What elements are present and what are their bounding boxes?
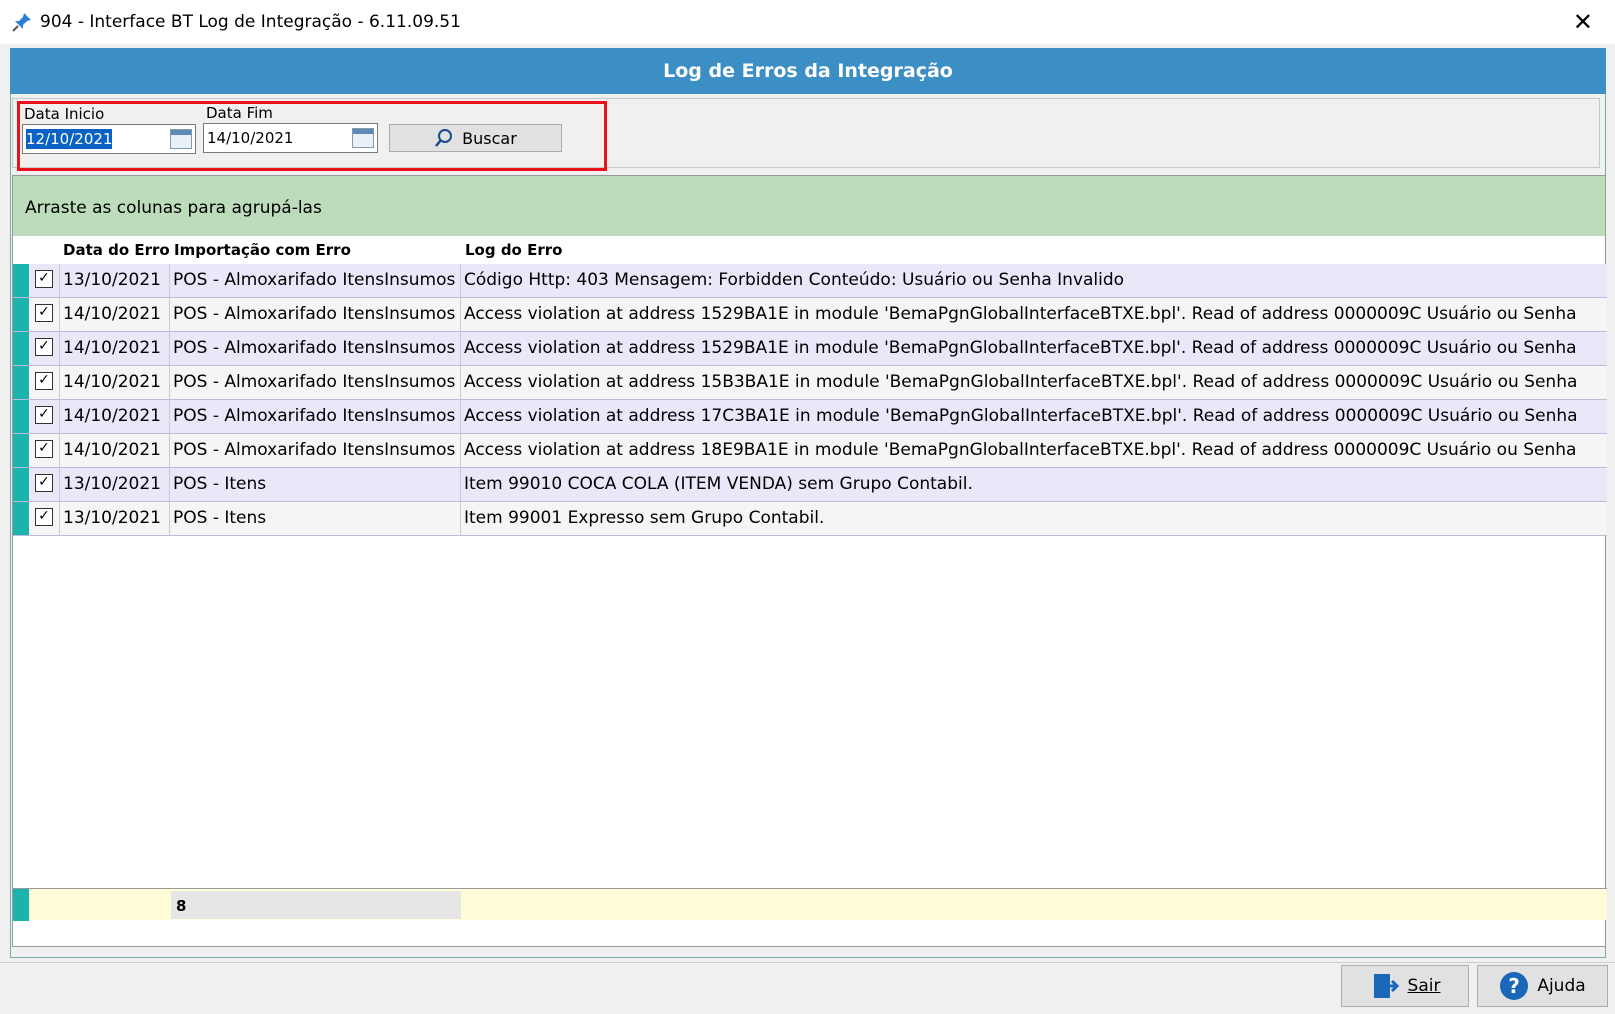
column-header-log[interactable]: Log do Erro [465, 241, 562, 259]
row-indicator [13, 400, 29, 433]
row-log: Access violation at address 18E9BA1E in … [464, 440, 1577, 460]
column-header-date[interactable]: Data do Erro [63, 241, 170, 259]
table-row[interactable]: ✓ 14/10/2021 POS - Almoxarifado ItensInsum… [13, 434, 1607, 468]
start-date-label: Data Inicio [24, 105, 105, 123]
row-date: 14/10/2021 [63, 440, 161, 460]
start-date-field[interactable]: 12/10/2021 [22, 124, 196, 154]
window-title: 904 - Interface BT Log de Integração - 6… [40, 12, 461, 32]
group-panel[interactable]: Arraste as colunas para agrupá-las [13, 176, 1605, 236]
help-button[interactable]: ? Ajuda [1477, 965, 1608, 1007]
grid-header: Data do Erro Importação com Erro Log do … [13, 236, 1605, 264]
row-log: Access violation at address 15B3BA1E in … [464, 372, 1578, 392]
calendar-icon[interactable] [170, 129, 192, 149]
row-import: POS - Almoxarifado ItensInsumos [173, 406, 456, 426]
row-import: POS - Almoxarifado ItensInsumos [173, 338, 456, 358]
end-date-label: Data Fim [206, 104, 273, 122]
exit-icon [1373, 974, 1399, 998]
table-row[interactable]: ✓ 14/10/2021 POS - Almoxarifado ItensInsum… [13, 400, 1607, 434]
row-import: POS - Itens [173, 474, 267, 494]
row-date: 14/10/2021 [63, 338, 161, 358]
row-import: POS - Almoxarifado ItensInsumos [173, 270, 456, 290]
pin-icon [10, 10, 34, 34]
table-row[interactable]: ✓ 13/10/2021 POS - Itens Item 99010 COCA CO… [13, 468, 1607, 502]
row-log: Access violation at address 1529BA1E in … [464, 304, 1577, 324]
row-checkbox[interactable]: ✓ [35, 406, 53, 424]
row-date: 14/10/2021 [63, 372, 161, 392]
row-log: Código Http: 403 Mensagem: Forbidden Con… [464, 270, 1125, 290]
row-checkbox[interactable]: ✓ [35, 270, 53, 288]
help-icon: ? [1500, 972, 1529, 1000]
row-log: Access violation at address 1529BA1E in … [464, 338, 1577, 358]
search-icon [435, 129, 453, 147]
row-date: 13/10/2021 [63, 474, 161, 494]
table-row[interactable]: ✓ 14/10/2021 POS - Almoxarifado ItensInsum… [13, 366, 1607, 400]
row-indicator [13, 434, 29, 467]
calendar-icon[interactable] [352, 128, 374, 148]
row-log: Access violation at address 17C3BA1E in … [464, 406, 1578, 426]
table-row[interactable]: ✓ 14/10/2021 POS - Almoxarifado ItensInsum… [13, 298, 1607, 332]
row-checkbox[interactable]: ✓ [35, 474, 53, 492]
row-log: Item 99001 Expresso sem Grupo Contabil. [464, 508, 825, 528]
row-checkbox[interactable]: ✓ [35, 372, 53, 390]
row-date: 14/10/2021 [63, 406, 161, 426]
search-button[interactable]: Buscar [389, 124, 562, 152]
row-indicator [13, 468, 29, 501]
page-title: Log de Erros da Integração [10, 48, 1606, 94]
row-checkbox[interactable]: ✓ [35, 508, 53, 526]
grid-footer: 8 [13, 888, 1607, 921]
column-header-import[interactable]: Importação com Erro [174, 241, 351, 259]
row-count: 8 [171, 891, 461, 919]
row-indicator [13, 264, 29, 297]
row-indicator [13, 502, 29, 535]
table-row[interactable]: ✓ 14/10/2021 POS - Almoxarifado ItensInsum… [13, 332, 1607, 366]
row-import: POS - Almoxarifado ItensInsumos [173, 372, 456, 392]
svg-text:?: ? [1509, 974, 1521, 998]
row-date: 13/10/2021 [63, 508, 161, 528]
footer-indicator [13, 889, 29, 921]
row-indicator [13, 298, 29, 331]
table-row[interactable]: ✓ 13/10/2021 POS - Almoxarifado ItensInsum… [13, 264, 1607, 298]
row-date: 13/10/2021 [63, 270, 161, 290]
title-bar: 904 - Interface BT Log de Integração - 6… [0, 0, 1615, 44]
row-log: Item 99010 COCA COLA (ITEM VENDA) sem Gr… [464, 474, 973, 494]
row-import: POS - Almoxarifado ItensInsumos [173, 304, 456, 324]
row-import: POS - Itens [173, 508, 267, 528]
row-date: 14/10/2021 [63, 304, 161, 324]
exit-button[interactable]: Sair [1341, 965, 1469, 1007]
row-indicator [13, 366, 29, 399]
row-checkbox[interactable]: ✓ [35, 338, 53, 356]
row-checkbox[interactable]: ✓ [35, 304, 53, 322]
close-icon[interactable]: ✕ [1573, 10, 1593, 34]
error-grid: Arraste as colunas para agrupá-las Data … [12, 175, 1607, 947]
end-date-field[interactable]: 14/10/2021 [203, 123, 378, 153]
row-indicator [13, 332, 29, 365]
row-checkbox[interactable]: ✓ [35, 440, 53, 458]
row-import: POS - Almoxarifado ItensInsumos [173, 440, 456, 460]
table-row[interactable]: ✓ 13/10/2021 POS - Itens Item 99001 Express… [13, 502, 1607, 536]
